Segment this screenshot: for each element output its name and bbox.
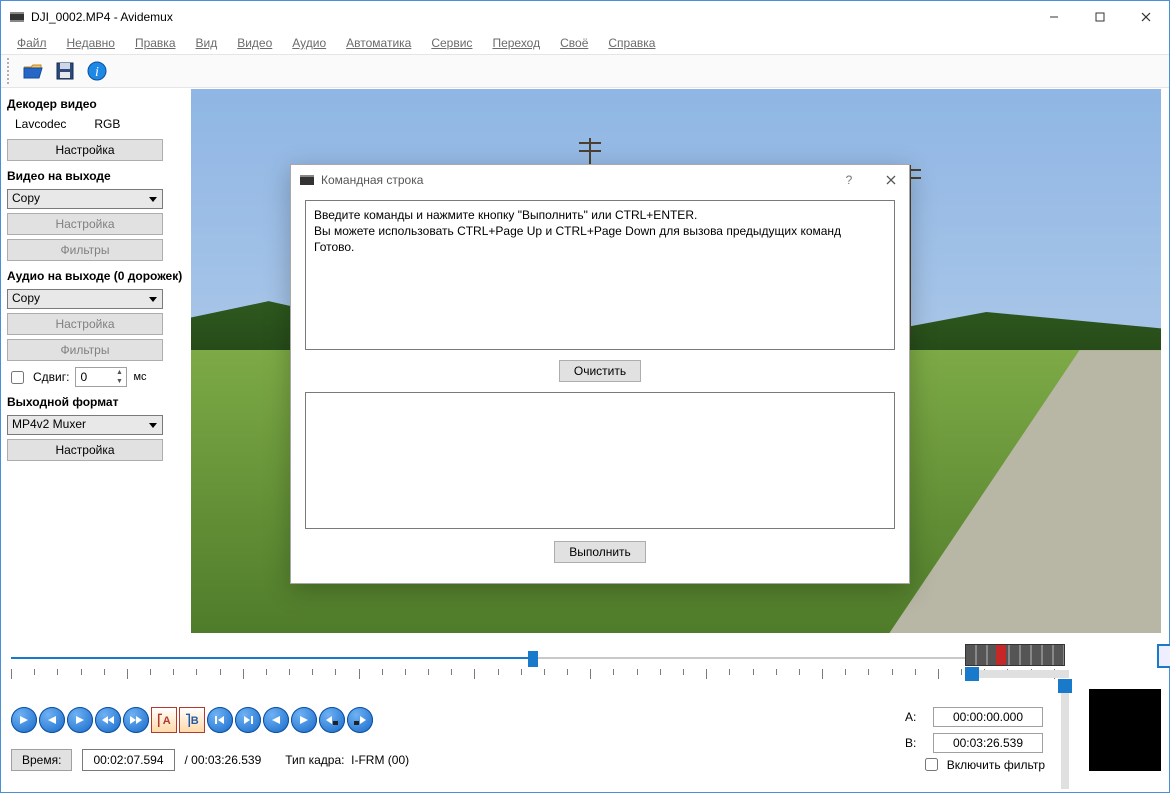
info-button[interactable]: i	[83, 57, 111, 85]
video-out-filters-button[interactable]: Фильтры	[7, 239, 163, 261]
mark-b-button[interactable]: ⎤B	[179, 707, 205, 733]
b-label: B:	[905, 736, 923, 750]
titlebar: DJI_0002.MP4 - Avidemux	[1, 1, 1169, 32]
menu-go[interactable]: Переход	[482, 34, 550, 52]
open-button[interactable]	[19, 57, 47, 85]
rewind-button[interactable]	[95, 707, 121, 733]
time-row: Время: 00:02:07.594 / 00:03:26.539 Тип к…	[11, 749, 409, 771]
total-time: / 00:03:26.539	[185, 753, 262, 767]
enable-filter-label: Включить фильтр	[947, 758, 1045, 772]
output-format-select[interactable]: MP4v2 Muxer	[7, 415, 163, 435]
close-button[interactable]	[1123, 2, 1169, 32]
command-line-dialog: Командная строка ? Введите команды и наж…	[290, 164, 910, 584]
shift-value-input[interactable]: 0 ▲▼	[75, 367, 127, 387]
output-format-configure-button[interactable]: Настройка	[7, 439, 163, 461]
floppy-icon	[54, 60, 76, 82]
enable-filter-row[interactable]: Включить фильтр	[921, 755, 1045, 774]
a-label: A:	[905, 710, 923, 724]
audio-out-title: Аудио на выходе (0 дорожек)	[7, 269, 185, 283]
dialog-log[interactable]: Введите команды и нажмите кнопку "Выполн…	[305, 200, 895, 350]
prev-black-button[interactable]	[319, 707, 345, 733]
film-cluster	[965, 644, 1069, 688]
current-time-input[interactable]: 00:02:07.594	[82, 749, 174, 771]
audio-out-select[interactable]: Copy	[7, 289, 163, 309]
audio-out-filters-button[interactable]: Фильтры	[7, 339, 163, 361]
dialog-close-button[interactable]	[873, 166, 909, 194]
menu-view[interactable]: Вид	[186, 34, 228, 52]
menu-tools[interactable]: Сервис	[421, 34, 482, 52]
thumbnail-toggle[interactable]	[1157, 644, 1170, 668]
video-out-title: Видео на выходе	[7, 169, 185, 183]
film-strip	[965, 644, 1065, 666]
output-format-title: Выходной формат	[7, 395, 185, 409]
next-button[interactable]	[67, 707, 93, 733]
dialog-run-button[interactable]: Выполнить	[554, 541, 646, 563]
info-icon: i	[86, 60, 108, 82]
video-out-configure-button[interactable]: Настройка	[7, 213, 163, 235]
decoder-colorspace: RGB	[94, 117, 120, 131]
decoder-codec: Lavcodec	[15, 117, 66, 131]
a-time: 00:00:00.000	[933, 707, 1043, 727]
maximize-button[interactable]	[1077, 2, 1123, 32]
next-keyframe-button[interactable]	[291, 707, 317, 733]
goto-start-button[interactable]	[207, 707, 233, 733]
frame-type-value: I-FRM (00)	[351, 753, 409, 767]
timeline-cursor[interactable]	[528, 651, 538, 667]
prev-button[interactable]	[39, 707, 65, 733]
dialog-input[interactable]	[305, 392, 895, 529]
menubar: Файл Недавно Правка Вид Видео Аудио Авто…	[1, 32, 1169, 54]
save-button[interactable]	[51, 57, 79, 85]
left-panel: Декодер видео Lavcodec RGB Настройка Вид…	[7, 89, 185, 465]
menu-custom[interactable]: Своё	[550, 34, 598, 52]
svg-text:i: i	[95, 65, 99, 80]
menu-auto[interactable]: Автоматика	[336, 34, 421, 52]
toolbar-grip	[7, 58, 11, 84]
video-out-select[interactable]: Copy	[7, 189, 163, 209]
frame-type-label: Тип кадра:	[285, 753, 344, 767]
play-button[interactable]	[11, 707, 37, 733]
window-title: DJI_0002.MP4 - Avidemux	[31, 10, 173, 24]
app-icon	[9, 9, 25, 25]
mark-a-button[interactable]: ⎡A	[151, 707, 177, 733]
audio-out-configure-button[interactable]: Настройка	[7, 313, 163, 335]
decoder-configure-button[interactable]: Настройка	[7, 139, 163, 161]
decoder-title: Декодер видео	[7, 97, 185, 111]
vertical-slider[interactable]	[1061, 679, 1069, 789]
goto-end-button[interactable]	[235, 707, 261, 733]
fforward-button[interactable]	[123, 707, 149, 733]
next-black-button[interactable]	[347, 707, 373, 733]
time-label-box: Время:	[11, 749, 72, 771]
shift-unit: мс	[133, 371, 146, 383]
dialog-icon	[299, 172, 315, 188]
shift-checkbox[interactable]	[11, 371, 24, 384]
minimize-button[interactable]	[1031, 2, 1077, 32]
toolbar: i	[1, 54, 1169, 88]
prev-keyframe-button[interactable]	[263, 707, 289, 733]
shift-label: Сдвиг:	[33, 370, 69, 384]
dialog-titlebar: Командная строка ?	[291, 165, 909, 195]
dialog-title: Командная строка	[321, 173, 423, 187]
thumbnail-preview	[1089, 689, 1161, 771]
playback-controls: ⎡A ⎤B	[11, 707, 373, 733]
menu-video[interactable]: Видео	[227, 34, 282, 52]
dialog-clear-button[interactable]: Очистить	[559, 360, 641, 382]
enable-filter-checkbox[interactable]	[925, 758, 938, 771]
menu-edit[interactable]: Правка	[125, 34, 186, 52]
folder-open-icon	[22, 60, 44, 82]
menu-recent[interactable]: Недавно	[57, 34, 125, 52]
menu-audio[interactable]: Аудио	[282, 34, 336, 52]
timeline[interactable]	[11, 649, 1055, 687]
menu-file[interactable]: Файл	[7, 34, 57, 52]
menu-help[interactable]: Справка	[598, 34, 665, 52]
b-time: 00:03:26.539	[933, 733, 1043, 753]
zoom-slider[interactable]	[965, 670, 1069, 678]
dialog-help-button[interactable]: ?	[831, 166, 867, 194]
